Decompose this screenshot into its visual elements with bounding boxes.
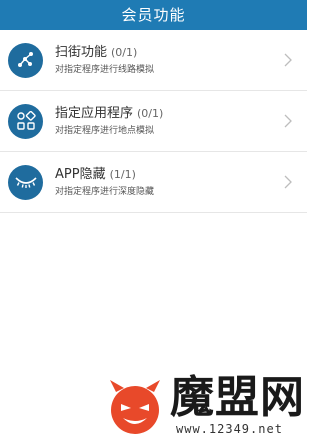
feature-item-title-row: APP隐藏 (1/1)	[55, 166, 279, 183]
feature-list: 扫街功能 (0/1) 对指定程序进行线路模拟 指定应用程序 (0/1) 对指定程…	[0, 30, 307, 213]
feature-item-subtitle: 对指定程序进行地点模拟	[55, 125, 155, 136]
devil-logo-icon	[106, 378, 164, 436]
feature-item-subtitle: 对指定程序进行线路模拟	[55, 64, 155, 75]
feature-item-specified-app[interactable]: 指定应用程序 (0/1) 对指定程序进行地点模拟	[0, 91, 307, 152]
route-icon	[8, 42, 43, 78]
apps-grid-icon	[8, 103, 43, 139]
feature-item-title-row: 扫街功能 (0/1)	[55, 44, 279, 61]
feature-item-count: (1/1)	[109, 167, 136, 181]
feature-item-count: (0/1)	[137, 106, 164, 120]
feature-item-texts: 扫街功能 (0/1) 对指定程序进行线路模拟	[55, 44, 279, 77]
chevron-right-icon	[279, 175, 297, 189]
closed-eye-icon	[8, 164, 43, 200]
watermark-brand: 魔盟网	[170, 372, 305, 423]
feature-item-texts: 指定应用程序 (0/1) 对指定程序进行地点模拟	[55, 105, 279, 138]
member-features-screen: 会员功能 扫街功能 (0/1) 对指定程序进行线路模拟 指定应用程序 (0/1)…	[0, 0, 307, 439]
feature-item-texts: APP隐藏 (1/1) 对指定程序进行深度隐藏	[55, 166, 279, 199]
feature-item-title-row: 指定应用程序 (0/1)	[55, 105, 279, 122]
watermark-url: www.12349.net	[176, 422, 283, 436]
feature-item-title: 扫街功能	[55, 44, 108, 60]
chevron-right-icon	[279, 53, 297, 67]
feature-item-street-scan[interactable]: 扫街功能 (0/1) 对指定程序进行线路模拟	[0, 30, 307, 91]
feature-item-title: APP隐藏	[55, 166, 106, 182]
feature-item-app-hide[interactable]: APP隐藏 (1/1) 对指定程序进行深度隐藏	[0, 152, 307, 213]
feature-item-subtitle: 对指定程序进行深度隐藏	[55, 186, 155, 197]
feature-item-title: 指定应用程序	[55, 105, 134, 121]
watermark: 魔盟网 www.12349.net	[98, 368, 307, 439]
chevron-right-icon	[279, 114, 297, 128]
feature-item-count: (0/1)	[111, 45, 138, 59]
page-title: 会员功能	[0, 0, 307, 30]
